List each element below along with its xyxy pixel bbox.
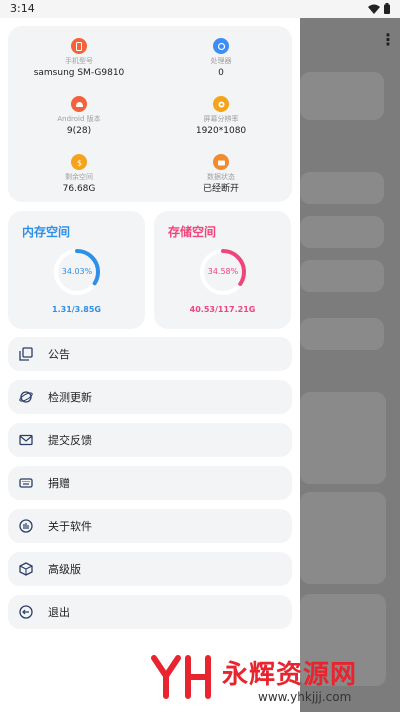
- memory-value: 1.31/3.85G: [52, 305, 101, 314]
- feedback-icon: [18, 432, 34, 448]
- watermark-url: www.yhkjjj.com: [258, 690, 352, 704]
- menu-item-announcement[interactable]: 公告: [8, 337, 292, 371]
- storage-card[interactable]: 存储空间 34.58% 40.53/117.21G: [154, 211, 291, 329]
- premium-icon: [18, 561, 34, 577]
- announcement-icon: [18, 346, 34, 362]
- overflow-menu-icon: ⋮: [380, 30, 396, 49]
- background-card: [300, 392, 386, 484]
- data-icon: [213, 154, 229, 170]
- background-card: [300, 318, 384, 350]
- background-card: [300, 260, 384, 292]
- watermark-logo: [151, 655, 211, 699]
- background-card: [300, 172, 384, 204]
- menu-item-donate[interactable]: 捐赠: [8, 466, 292, 500]
- android-icon: [71, 96, 87, 112]
- info-android-version: Android 版本 9(28): [8, 96, 150, 137]
- navigation-drawer: 手机型号 samsung SM-G9810 处理器 0 Android 版本 9…: [0, 18, 300, 712]
- watermark-brand: 永辉资源网: [222, 660, 358, 690]
- donate-icon: [18, 475, 34, 491]
- menu-item-exit[interactable]: 退出: [8, 595, 292, 629]
- menu-item-about[interactable]: 关于软件: [8, 509, 292, 543]
- cpu-icon: [213, 38, 229, 54]
- info-phone-model: 手机型号 samsung SM-G9810: [8, 38, 150, 79]
- memory-percent: 34.03%: [61, 267, 93, 276]
- storage-percent: 34.58%: [207, 267, 239, 276]
- info-data-status: 数据状态 已经断开: [150, 154, 292, 195]
- watermark: 永辉资源网 www.yhkjjj.com: [150, 648, 390, 708]
- about-icon: [18, 518, 34, 534]
- background-card: [300, 72, 384, 120]
- info-free-space: $ 剩余空间 76.68G: [8, 154, 150, 195]
- menu-item-feedback[interactable]: 提交反馈: [8, 423, 292, 457]
- menu-item-premium[interactable]: 高级版: [8, 552, 292, 586]
- update-icon: [18, 389, 34, 405]
- storage-icon: $: [71, 154, 87, 170]
- info-processor: 处理器 0: [150, 38, 292, 79]
- background-card: [300, 216, 384, 248]
- status-bar: 3:14: [0, 0, 400, 18]
- exit-icon: [18, 604, 34, 620]
- storage-value: 40.53/117.21G: [189, 305, 256, 314]
- menu-item-check-update[interactable]: 检测更新: [8, 380, 292, 414]
- svg-text:$: $: [76, 158, 81, 167]
- status-time: 3:14: [10, 2, 35, 15]
- memory-card[interactable]: 内存空间 34.03% 1.31/3.85G: [8, 211, 145, 329]
- wifi-icon: [368, 4, 380, 14]
- battery-icon: [384, 3, 390, 14]
- memory-title: 内存空间: [22, 225, 71, 239]
- storage-title: 存储空间: [168, 225, 217, 239]
- phone-icon: [71, 38, 87, 54]
- device-info-card: 手机型号 samsung SM-G9810 处理器 0 Android 版本 9…: [8, 26, 292, 202]
- info-screen-resolution: 屏幕分辨率 1920*1080: [150, 96, 292, 137]
- background-card: [300, 492, 386, 584]
- screen-icon: [213, 96, 229, 112]
